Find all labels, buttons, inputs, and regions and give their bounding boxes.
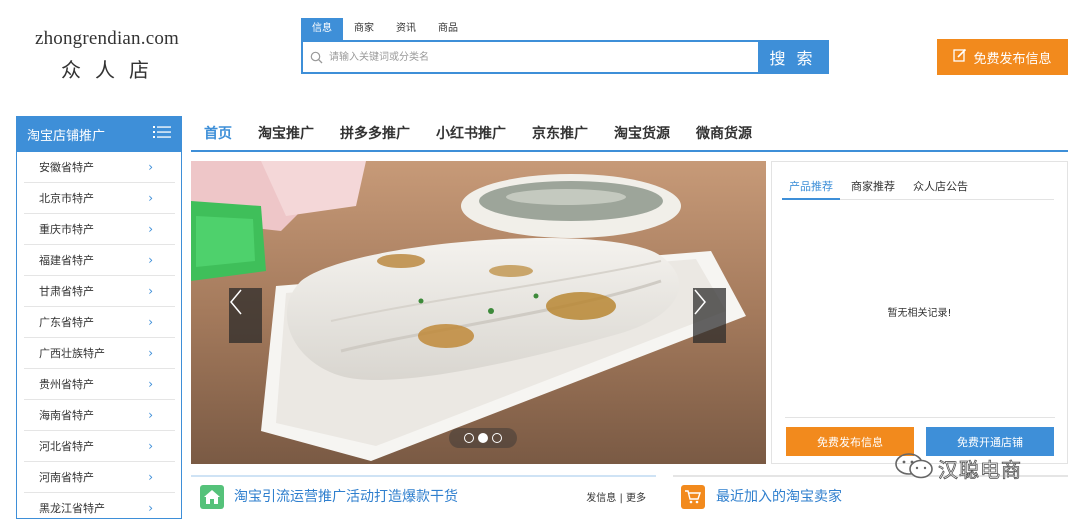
- sidebar-item-label: 河南省特产: [39, 471, 94, 484]
- chevron-right-icon: ›: [148, 253, 153, 267]
- nav-taobao-promo[interactable]: 淘宝推广: [258, 123, 314, 143]
- panel-divider: [785, 417, 1055, 418]
- chevron-right-icon: ›: [148, 160, 153, 174]
- publish-info-label: 免费发布信息: [973, 51, 1052, 67]
- watermark-text: 汉聪电商: [938, 457, 1022, 482]
- sidebar-title: 淘宝店铺推广: [27, 128, 106, 144]
- nav-wechat-supply[interactable]: 微商货源: [696, 123, 752, 143]
- chevron-right-icon: ›: [148, 284, 153, 298]
- sidebar-item-heilongjiang[interactable]: 黑龙江省特产 ›: [24, 493, 175, 518]
- nav-pinduoduo-promo[interactable]: 拼多多推广: [340, 123, 410, 143]
- sidebar-item-guizhou[interactable]: 贵州省特产 ›: [24, 369, 175, 400]
- nav-jd-promo[interactable]: 京东推广: [532, 123, 588, 143]
- sidebar-item-hebei[interactable]: 河北省特产 ›: [24, 431, 175, 462]
- category-sidebar: 淘宝店铺推广 安徽省特产 › 北京市特产 › 重庆市特产 › 福建省特产 › 甘肃省特产…: [16, 116, 182, 519]
- publish-info-button[interactable]: 免费发布信息: [937, 39, 1068, 75]
- tab-product-recommend[interactable]: 产品推荐: [782, 176, 840, 200]
- search-button[interactable]: 搜 索: [758, 42, 827, 72]
- sidebar-item-beijing[interactable]: 北京市特产 ›: [24, 183, 175, 214]
- sidebar-item-label: 安徽省特产: [39, 161, 94, 174]
- search-icon: [303, 42, 329, 72]
- sidebar-item-label: 黑龙江省特产: [39, 502, 105, 515]
- main-nav: 首页 淘宝推广 拼多多推广 小红书推广 京东推广 淘宝货源 微商货源: [191, 116, 1068, 152]
- tab-merchant-recommend[interactable]: 商家推荐: [844, 176, 902, 200]
- chevron-right-icon: ›: [148, 191, 153, 205]
- sidebar-item-label: 海南省特产: [39, 409, 94, 422]
- chevron-right-icon: ›: [148, 501, 153, 515]
- chevron-right-icon: ›: [148, 439, 153, 453]
- chevron-right-icon: ›: [148, 408, 153, 422]
- sidebar-item-label: 广东省特产: [39, 316, 94, 329]
- sidebar-item-anhui[interactable]: 安徽省特产 ›: [24, 152, 175, 183]
- sidebar-item-label: 甘肃省特产: [39, 285, 94, 298]
- carousel-next-button[interactable]: [693, 288, 726, 343]
- wechat-icon: [894, 451, 934, 485]
- sidebar-item-label: 河北省特产: [39, 440, 94, 453]
- search-box: 搜 索: [301, 40, 829, 74]
- sidebar-header[interactable]: 淘宝店铺推广: [17, 116, 181, 152]
- wechat-watermark: 汉聪电商: [894, 451, 1022, 485]
- carousel-dot[interactable]: [464, 433, 474, 443]
- search-tab-merchants[interactable]: 商家: [343, 18, 385, 40]
- sidebar-item-guangdong[interactable]: 广东省特产 ›: [24, 307, 175, 338]
- chevron-left-icon: [230, 289, 242, 315]
- empty-state-message: 暂无相关记录!: [887, 308, 952, 319]
- sidebar-item-chongqing[interactable]: 重庆市特产 ›: [24, 214, 175, 245]
- list-menu-icon: [153, 125, 171, 143]
- sidebar-item-label: 福建省特产: [39, 254, 94, 267]
- sidebar-item-gansu[interactable]: 甘肃省特产 ›: [24, 276, 175, 307]
- edit-icon: [953, 48, 967, 66]
- search-tab-info[interactable]: 信息: [301, 18, 343, 40]
- site-logo[interactable]: zhongrendian.com 众人店: [22, 28, 192, 83]
- sidebar-item-henan[interactable]: 河南省特产 ›: [24, 462, 175, 493]
- cart-icon: [681, 485, 705, 509]
- logo-name: 众人店: [61, 58, 163, 82]
- sidebar-item-label: 贵州省特产: [39, 378, 94, 391]
- search-tab-news[interactable]: 资讯: [385, 18, 427, 40]
- carousel-dot-active[interactable]: [478, 433, 488, 443]
- chevron-right-icon: [694, 289, 706, 315]
- article-section-title[interactable]: 淘宝引流运营推广活动打造爆款干货: [234, 486, 458, 506]
- sidebar-item-label: 重庆市特产: [39, 223, 94, 236]
- carousel-prev-button[interactable]: [229, 288, 262, 343]
- sidebar-item-fujian[interactable]: 福建省特产 ›: [24, 245, 175, 276]
- sidebar-item-guangxi[interactable]: 广西壮族特产 ›: [24, 338, 175, 369]
- article-section: 淘宝引流运营推广活动打造爆款干货 发信息 | 更多: [191, 475, 656, 519]
- sidebar-item-hainan[interactable]: 海南省特产 ›: [24, 400, 175, 431]
- recommend-panel: 产品推荐 商家推荐 众人店公告 暂无相关记录! 免费发布信息 免费开通店铺: [771, 161, 1068, 464]
- sidebar-item-label: 广西壮族特产: [39, 347, 105, 360]
- chevron-right-icon: ›: [148, 222, 153, 236]
- carousel-dot[interactable]: [492, 433, 502, 443]
- search-category-tabs: 信息 商家 资讯 商品: [301, 18, 469, 40]
- sidebar-list: 安徽省特产 › 北京市特产 › 重庆市特产 › 福建省特产 › 甘肃省特产 › 广东省特产…: [17, 152, 181, 518]
- new-sellers-title[interactable]: 最近加入的淘宝卖家: [716, 486, 842, 506]
- chevron-right-icon: ›: [148, 315, 153, 329]
- tab-announcements[interactable]: 众人店公告: [906, 176, 975, 200]
- search-tab-products[interactable]: 商品: [427, 18, 469, 40]
- nav-xiaohongshu-promo[interactable]: 小红书推广: [436, 123, 506, 143]
- banner-image-rice-rolls: [191, 161, 766, 464]
- banner-carousel[interactable]: [191, 161, 766, 464]
- chevron-right-icon: ›: [148, 346, 153, 360]
- nav-home[interactable]: 首页: [204, 123, 232, 143]
- panel-tabs: 产品推荐 商家推荐 众人店公告: [782, 176, 1054, 200]
- chevron-right-icon: ›: [148, 470, 153, 484]
- home-icon: [200, 485, 224, 509]
- logo-domain: zhongrendian.com: [34, 28, 180, 49]
- sidebar-item-label: 北京市特产: [39, 192, 94, 205]
- post-and-more-link[interactable]: 发信息 | 更多: [586, 489, 646, 504]
- nav-taobao-supply[interactable]: 淘宝货源: [614, 123, 670, 143]
- carousel-indicators: [449, 428, 517, 448]
- search-input[interactable]: [329, 42, 758, 72]
- chevron-right-icon: ›: [148, 377, 153, 391]
